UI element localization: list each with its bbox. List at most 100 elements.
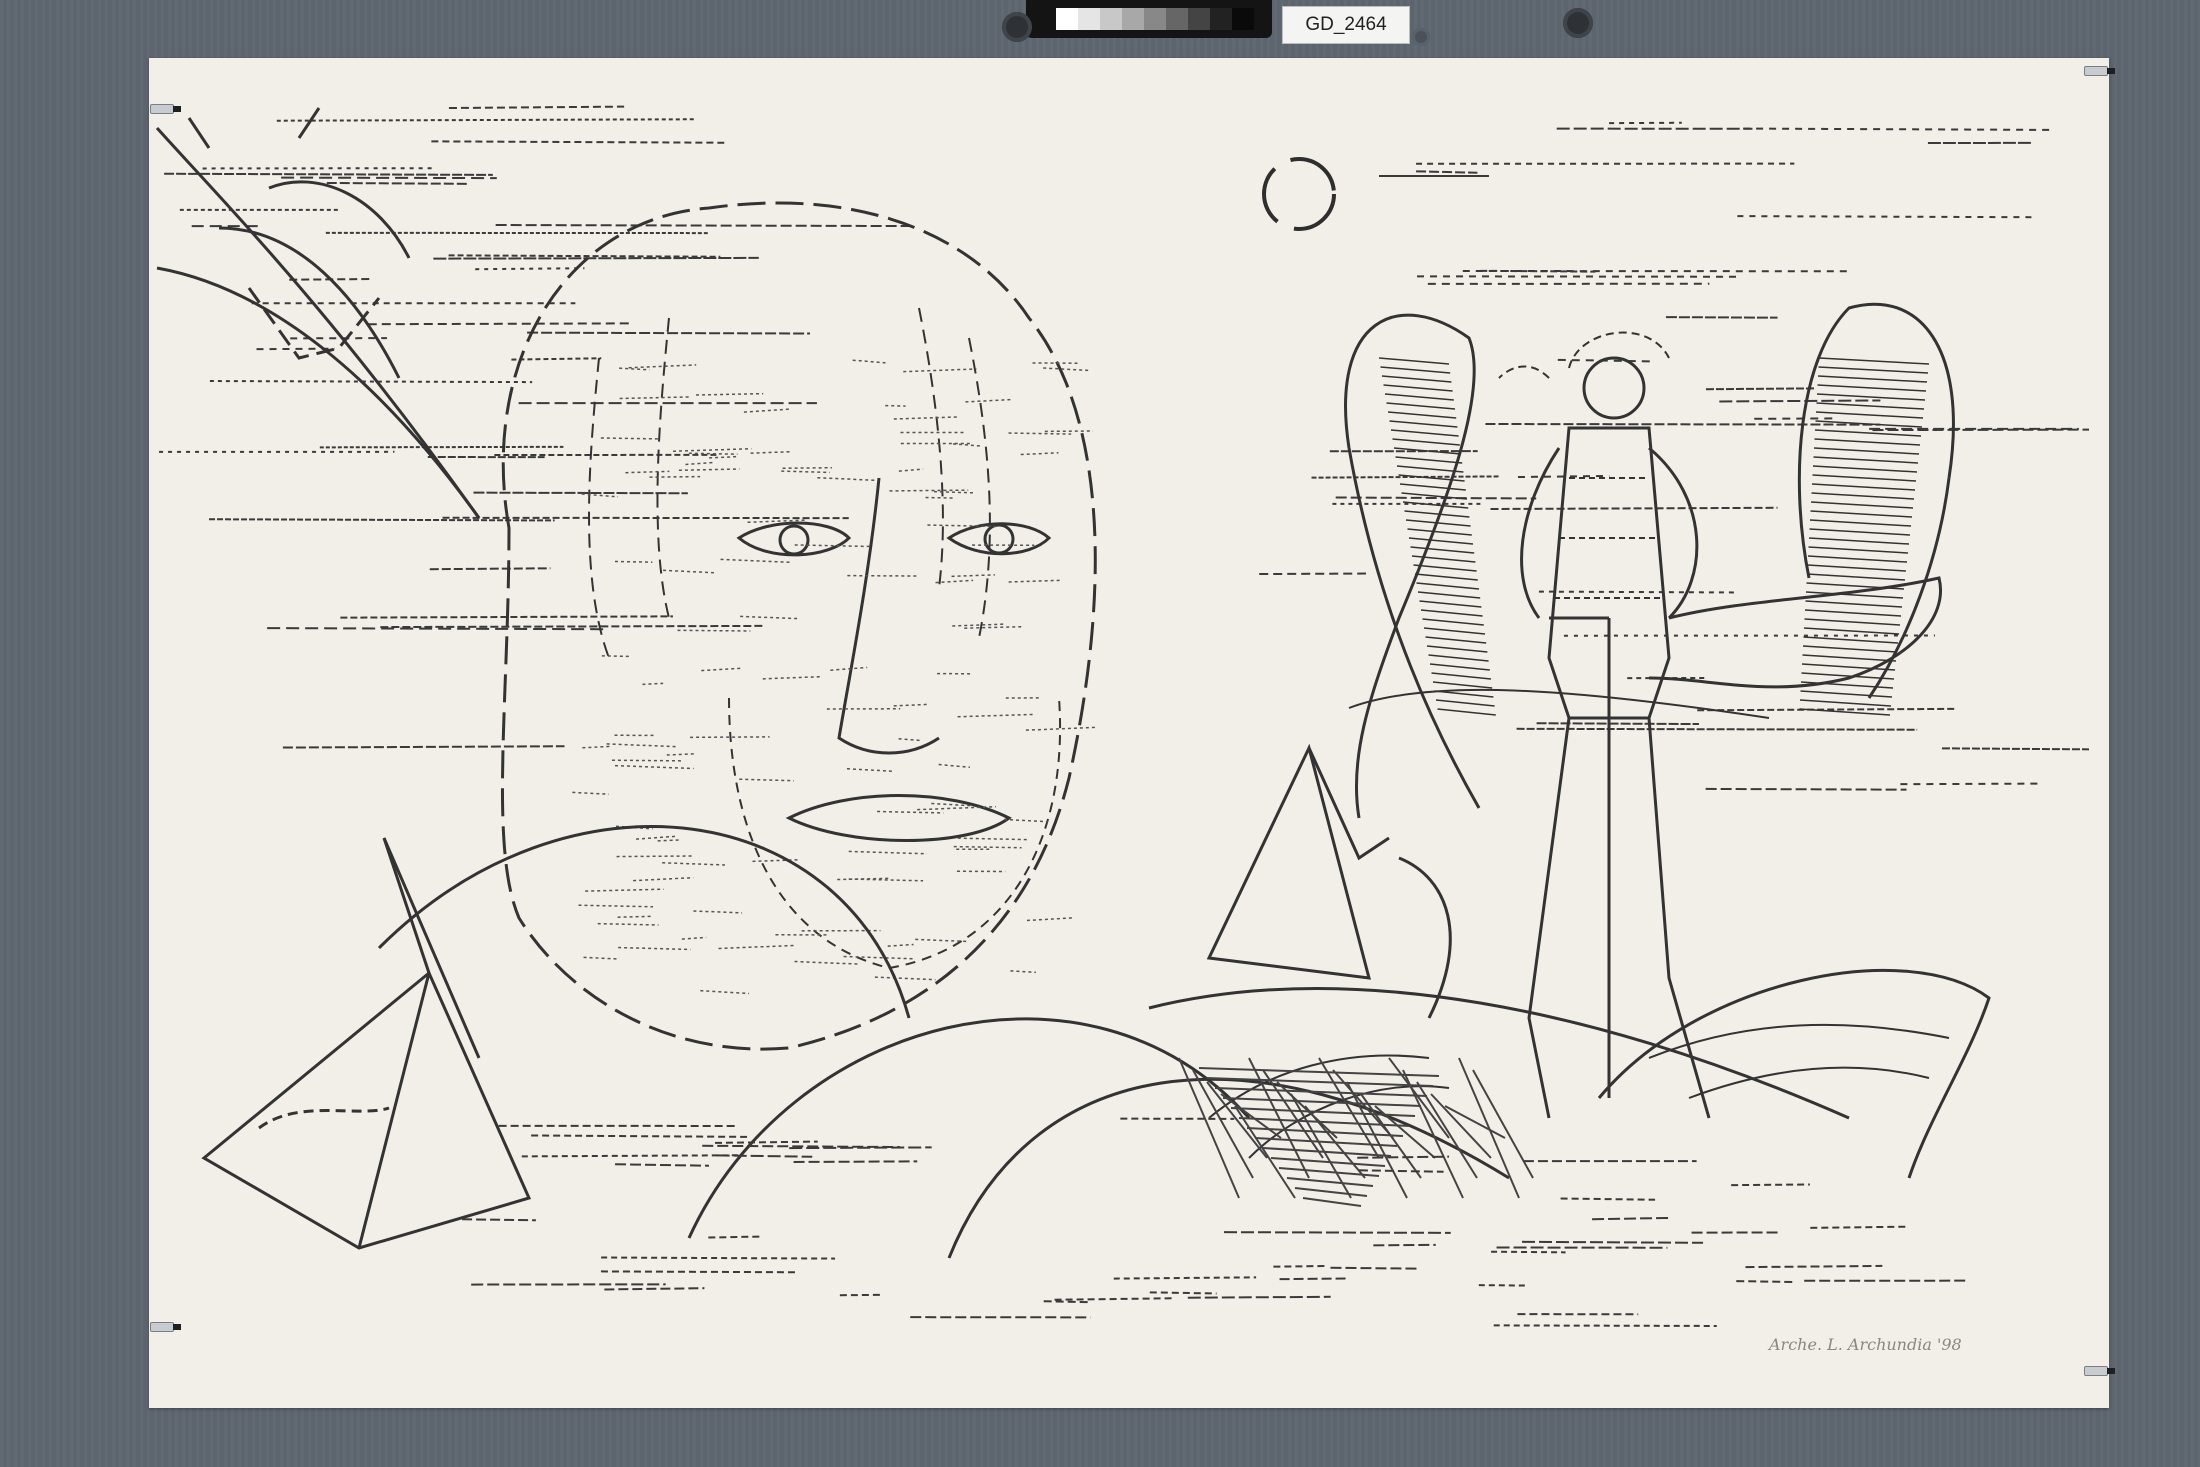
web-strand [1346,1081,1408,1199]
mount-pin-icon [1002,12,1032,42]
hatch-line [1743,127,2053,131]
web-strand [1278,1167,1380,1177]
wing-hatch [1435,699,1495,707]
wing-hatch [1812,465,1918,473]
web-strand [1294,1187,1368,1197]
web-strand [1206,1077,1434,1087]
wing-hatch [1428,654,1489,662]
hatch-line [1485,422,1881,426]
shade-line [964,625,1022,629]
wing-hatch [1818,366,1929,374]
hatch-line [1941,747,2090,751]
ground-line [531,1134,748,1138]
hatch-line [1311,475,1499,479]
hatch-line [1259,572,1367,576]
shade-line [625,470,670,474]
shade-line [915,938,968,943]
wing-hatch [1387,411,1457,419]
shade-line [740,615,800,620]
hatch-line [1665,316,1778,319]
wing-hatch [1816,402,1925,410]
ground-line [793,1160,918,1163]
ground-line [1223,1231,1451,1234]
shade-line [1008,579,1060,583]
shade-line [952,623,1007,627]
shade-line [581,493,619,498]
hatch-line [495,224,914,228]
shade-line [957,837,1028,841]
hatch-line [1900,782,2043,786]
shade-line [903,368,977,373]
wing-hatch [1420,609,1483,617]
hatch-line [511,357,602,361]
ground-line [1745,1264,1883,1269]
color-swatch [1122,8,1144,30]
shade-line [585,888,664,892]
shade-line [685,461,715,466]
shade-line [678,468,740,472]
ground-line [1493,1324,1717,1327]
shade-line [739,778,794,782]
shade-line [693,910,743,914]
wing-hatch [1381,375,1452,383]
ground-line [1330,1266,1418,1270]
wing-hatch [1422,618,1484,626]
shade-line [846,767,893,773]
hatch-line [209,380,533,384]
shade-line [893,416,958,420]
wing-hatch [1800,690,1893,698]
shade-line [662,862,726,866]
shade-line [938,763,971,769]
ground-line [1054,1297,1173,1301]
hatch-line [1490,506,1778,511]
hatch-line [209,518,555,522]
shade-line [965,398,1011,403]
shade-line [618,946,691,951]
shade-line [696,392,764,396]
wing-hatch [1419,600,1482,608]
wing-hatch [1813,447,1920,455]
wing-hatch [1384,393,1454,401]
artist-signature: Arche. L. Archundia '98 [1767,1335,1962,1354]
web-strand [1286,1177,1374,1187]
shade-line [701,667,742,672]
wing-hatch [1414,573,1478,581]
shade-line [572,791,609,795]
shade-line [848,850,927,855]
shade-line [606,743,678,748]
hatch-line [267,627,604,631]
color-swatch [1078,8,1100,30]
shade-line [752,858,801,863]
hatch-line [433,256,759,260]
hatch-line [1697,707,1957,712]
mounting-pin-icon [150,1322,181,1332]
shade-line [1008,432,1072,435]
hatch-line [319,445,564,449]
wing-hatch [1408,537,1474,545]
shade-line [663,569,714,574]
ground-line [1358,1169,1444,1173]
color-calibration-chart [1026,0,1272,38]
wing-hatch [1426,645,1488,653]
woodcut-artwork: Arche. L. Archundia '98 [155,105,2090,1354]
color-swatch [1210,8,1232,30]
wing-hatch [1799,699,1892,707]
shade-line [750,450,793,454]
color-swatch [1232,8,1254,30]
shade-line [893,703,928,707]
ground-line [1113,1276,1257,1280]
pyramid [201,837,532,1250]
hatch-line [1719,399,1881,403]
catalog-label: GD_2464 [1282,6,1410,44]
ground-line [1592,1216,1671,1221]
hatch-line [281,176,497,180]
ground-line [604,1287,705,1291]
ground-line [1560,1197,1656,1201]
wing-hatch [1810,510,1913,518]
shade-line [957,713,1036,718]
wing-hatch [1378,357,1450,365]
color-swatch [1100,8,1122,30]
shade-line [1026,917,1073,922]
shade-line [700,989,750,995]
hatch-line [164,172,493,176]
